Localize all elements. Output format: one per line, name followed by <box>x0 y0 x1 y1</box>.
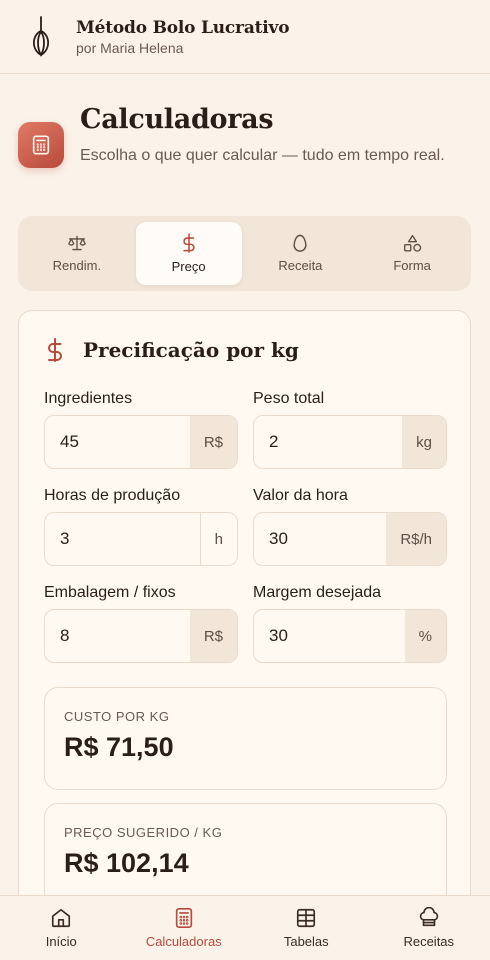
nav-label: Início <box>45 934 77 949</box>
page-title: Calculadoras <box>80 104 274 135</box>
result-value: R$ 102,14 <box>64 848 189 878</box>
pricing-card: Precificação por kg Ingredientes R$ Peso… <box>18 310 471 950</box>
result-label: PREÇO SUGERIDO / KG <box>64 825 223 840</box>
preco-sugerido-result: PREÇO SUGERIDO / KG R$ 102,14 <box>44 803 447 906</box>
nav-calculadoras[interactable]: Calculadoras <box>123 896 246 960</box>
nav-label: Tabelas <box>283 934 329 949</box>
valor-hora-input[interactable] <box>254 513 387 565</box>
whisk-icon <box>32 15 50 57</box>
calculator-icon <box>175 908 192 928</box>
unit-label: kg <box>402 416 446 468</box>
unit-label: R$/h <box>386 513 446 565</box>
chef-hat-icon <box>419 907 438 927</box>
unit-label: R$ <box>189 416 237 468</box>
result-label: CUSTO POR KG <box>64 709 170 724</box>
app-header: Método Bolo Lucrativo por Maria Helena <box>0 0 490 74</box>
scale-icon <box>68 235 86 251</box>
dollar-icon <box>182 233 195 253</box>
tab-label: Rendim. <box>52 258 102 273</box>
nav-label: Receitas <box>403 934 455 949</box>
ingredientes-field: R$ <box>44 415 238 469</box>
egg-icon <box>293 234 307 252</box>
nav-inicio[interactable]: Início <box>0 896 123 960</box>
page-description: Escolha o que quer calcular — tudo em te… <box>80 147 445 164</box>
margem-label: Margem desejada <box>253 584 382 601</box>
horas-field: h <box>44 512 238 566</box>
nav-label: Calculadoras <box>145 934 222 949</box>
tab-label: Preço <box>171 259 206 274</box>
margem-input[interactable] <box>254 610 405 662</box>
tab-receita[interactable]: Receita <box>248 222 354 285</box>
horas-input[interactable] <box>45 513 200 565</box>
calculator-tabs: Rendim. Preço Receita Forma <box>18 216 471 291</box>
peso-total-field: kg <box>253 415 447 469</box>
card-title: Precificação por kg <box>83 338 299 362</box>
valor-hora-field: R$/h <box>253 512 447 566</box>
tab-label: Forma <box>393 258 431 273</box>
embalagem-input[interactable] <box>45 610 190 662</box>
brand: Método Bolo Lucrativo por Maria Helena <box>76 17 290 56</box>
horas-label: Horas de produção <box>44 487 181 504</box>
nav-receitas[interactable]: Receitas <box>368 896 490 960</box>
tab-forma[interactable]: Forma <box>359 222 465 285</box>
home-icon <box>52 908 71 928</box>
custo-kg-result: CUSTO POR KG R$ 71,50 <box>44 687 447 790</box>
calculator-icon <box>18 122 64 168</box>
unit-label: R$ <box>189 610 237 662</box>
card-header: Precificação por kg <box>45 338 299 362</box>
app-subtitle: por Maria Helena <box>76 39 184 56</box>
tab-label: Receita <box>278 258 323 273</box>
embalagem-label: Embalagem / fixos <box>44 584 176 601</box>
embalagem-field: R$ <box>44 609 238 663</box>
valor-hora-label: Valor da hora <box>253 487 348 504</box>
shapes-icon <box>403 234 421 252</box>
tab-rendimento[interactable]: Rendim. <box>24 222 130 285</box>
ingredientes-label: Ingredientes <box>44 390 133 407</box>
result-value: R$ 71,50 <box>64 732 174 762</box>
tab-preco[interactable]: Preço <box>135 222 242 285</box>
margem-field: % <box>253 609 447 663</box>
unit-label: h <box>199 513 237 565</box>
peso-total-label: Peso total <box>253 390 325 407</box>
dollar-icon <box>48 338 62 362</box>
bottom-nav: Início Calculadoras Tabelas Receitas <box>0 895 490 960</box>
nav-tabelas[interactable]: Tabelas <box>245 896 368 960</box>
ingredientes-input[interactable] <box>45 416 190 468</box>
app-title: Método Bolo Lucrativo <box>76 17 290 38</box>
unit-label: % <box>404 610 446 662</box>
peso-total-input[interactable] <box>254 416 403 468</box>
table-icon <box>297 908 316 928</box>
